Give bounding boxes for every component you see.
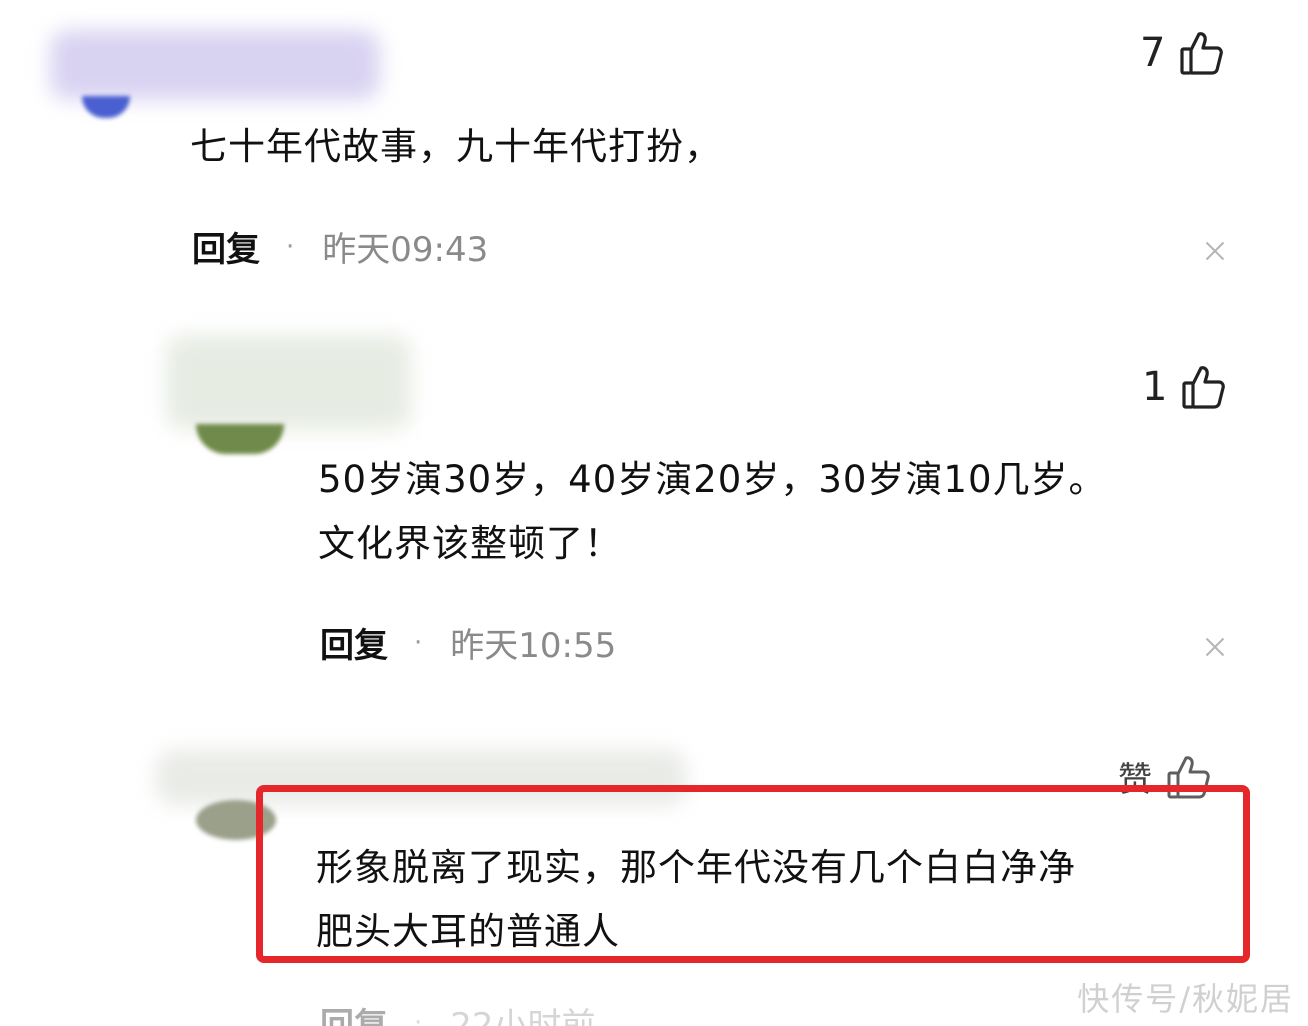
comment-timestamp: 昨天10:55 [450, 626, 617, 666]
comment-timestamp: 22小时前 [450, 1006, 596, 1026]
comment-text: 七十年代故事，九十年代打扮， [190, 115, 722, 179]
comment-text: 50岁演30岁，40岁演20岁，30岁演10几岁。 文化界该整顿了！ [318, 448, 1107, 576]
meta-separator: · [414, 1007, 423, 1026]
like-count: 1 [1142, 364, 1168, 410]
comment-line: 50岁演30岁，40岁演20岁，30岁演10几岁。 [318, 458, 1107, 501]
meta-separator: · [414, 627, 423, 658]
comment-line: 文化界该整顿了！ [318, 522, 622, 565]
reply-button[interactable]: 回复 [192, 222, 260, 271]
close-icon[interactable] [1203, 635, 1227, 659]
avatar-edge [82, 96, 130, 118]
avatar-edge [196, 424, 284, 454]
reply-button[interactable]: 回复 [320, 998, 388, 1026]
like-button[interactable]: 7 [1140, 30, 1224, 76]
comment-line: 七十年代故事，九十年代打扮， [190, 125, 722, 168]
reply-button[interactable]: 回复 [320, 618, 388, 667]
avatar[interactable] [50, 30, 380, 100]
meta-separator: · [286, 231, 295, 262]
highlight-box [256, 785, 1250, 963]
avatar[interactable] [166, 335, 411, 430]
comment-meta: 回复 · 昨天09:43 [192, 222, 488, 271]
watermark: 快传号/秋妮居 [1077, 980, 1294, 1018]
close-icon[interactable] [1203, 239, 1227, 263]
comment-timestamp: 昨天09:43 [322, 230, 489, 270]
comment-screenshot: 7 七十年代故事，九十年代打扮， 回复 · 昨天09:43 1 50岁演30岁，… [0, 0, 1308, 1026]
like-count: 7 [1140, 30, 1166, 76]
like-button[interactable]: 1 [1142, 364, 1226, 410]
comment-meta: 回复 · 22小时前 [320, 998, 596, 1026]
thumbs-up-icon [1179, 30, 1224, 76]
thumbs-up-icon [1181, 364, 1226, 410]
comment-meta: 回复 · 昨天10:55 [320, 618, 616, 667]
